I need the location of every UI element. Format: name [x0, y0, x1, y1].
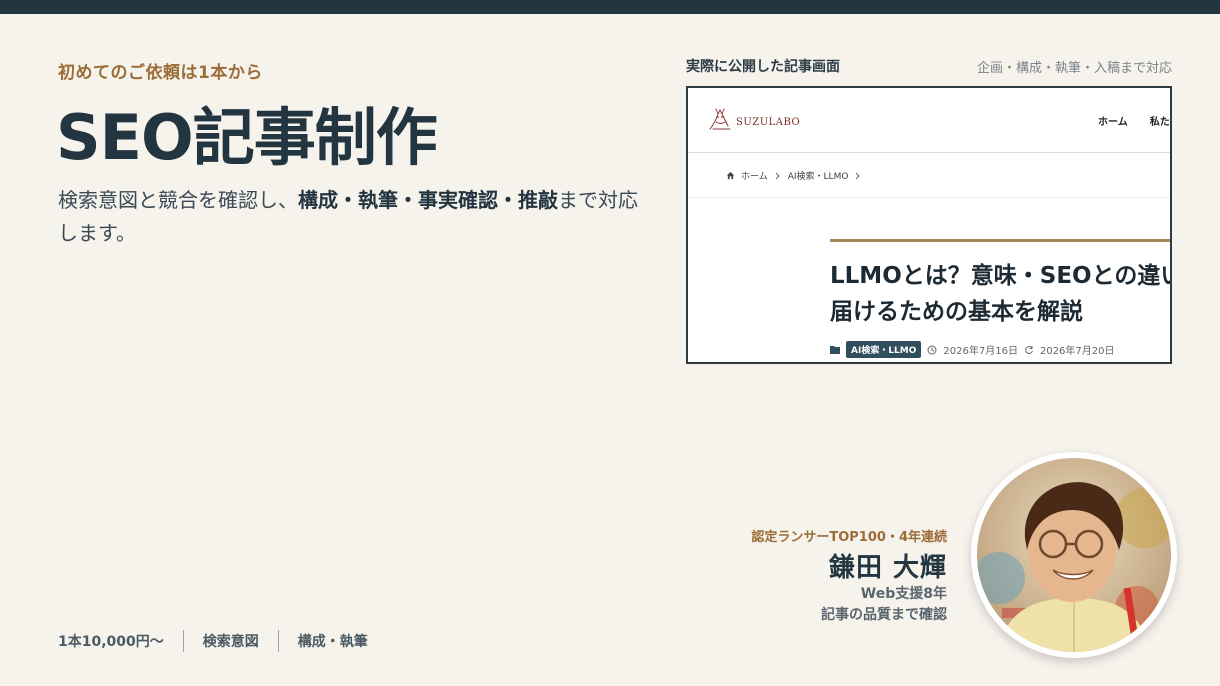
home-icon — [726, 171, 735, 180]
breadcrumb-items: ホーム AI検索・LLMO — [726, 169, 862, 182]
footer-structure-writing: 構成・執筆 — [297, 634, 368, 650]
chevron-right-icon — [856, 172, 861, 179]
avatar-photo — [977, 458, 1171, 652]
clock-icon — [927, 345, 937, 354]
updated-date: 2026年7月20日 — [1039, 346, 1115, 357]
hero-eyebrow: 初めてのご依頼は1本から — [58, 63, 263, 83]
article-title-rule — [830, 239, 1170, 242]
article-title: LLMOとは？意味・SEOとの違い 届けるための基本を解説 — [830, 258, 1172, 330]
screenshot-label: 実際に公開した記事画面 — [686, 59, 840, 75]
site-nav: ホーム 私た — [1098, 113, 1170, 128]
site-logo[interactable]: SUZULABO — [704, 102, 800, 136]
article-meta: AI検索・LLMO 2026年7月16日 2026年7月20日 — [830, 341, 1115, 358]
divider — [277, 630, 279, 652]
nav-item-about[interactable]: 私た — [1150, 117, 1170, 128]
desc-text-1: 検索意図と競合を確認し、 — [58, 188, 298, 212]
article-screenshot: SUZULABO ホーム 私た ホーム AI検索・LLMO LLMOとは？意味・S… — [686, 86, 1172, 364]
category-tag[interactable]: AI検索・LLMO — [846, 341, 922, 358]
breadcrumb-category[interactable]: AI検索・LLMO — [788, 169, 849, 182]
article-title-line-2: 届けるための基本を解説 — [830, 299, 1083, 325]
profile-experience: Web支援8年 — [860, 586, 947, 602]
site-header: SUZULABO ホーム 私た — [688, 88, 1170, 153]
nav-item-home[interactable]: ホーム — [1098, 117, 1128, 128]
page-title: SEO記事制作 — [56, 101, 438, 174]
profile-badge: 認定ランサーTOP100・4年連続 — [751, 530, 947, 545]
breadcrumb: ホーム AI検索・LLMO — [688, 153, 1170, 198]
footer-search-intent: 検索意図 — [202, 634, 259, 650]
top-accent-bar — [0, 0, 1220, 14]
breadcrumb-home[interactable]: ホーム — [741, 169, 768, 182]
profile-name: 鎌田 大輝 — [828, 553, 947, 583]
chevron-right-icon — [775, 172, 780, 179]
article-title-line-1: LLMOとは？意味・SEOとの違い — [830, 263, 1172, 289]
published-date: 2026年7月16日 — [943, 346, 1018, 357]
folder-icon — [830, 346, 840, 354]
profile-info: 認定ランサーTOP100・4年連続 鎌田 大輝 Web支援8年 記事の品質まで確… — [751, 526, 947, 626]
refresh-icon — [1025, 345, 1033, 354]
avatar — [971, 452, 1177, 658]
footer-features: 1本10,000円〜 検索意図 構成・執筆 — [58, 630, 368, 652]
desc-text-bold: 構成・執筆・事実確認・推敲 — [298, 188, 558, 212]
divider — [182, 630, 184, 652]
profile-tagline: 記事の品質まで確認 — [821, 607, 947, 623]
screenshot-note: 企画・構成・執筆・入稿まで対応 — [976, 61, 1172, 76]
site-logo-text: SUZULABO — [736, 116, 801, 128]
hero-description: 検索意図と競合を確認し、構成・執筆・事実確認・推敲まで対応します。 — [58, 184, 648, 250]
footer-price: 1本10,000円〜 — [58, 634, 164, 650]
cat-logo-icon — [709, 108, 731, 130]
